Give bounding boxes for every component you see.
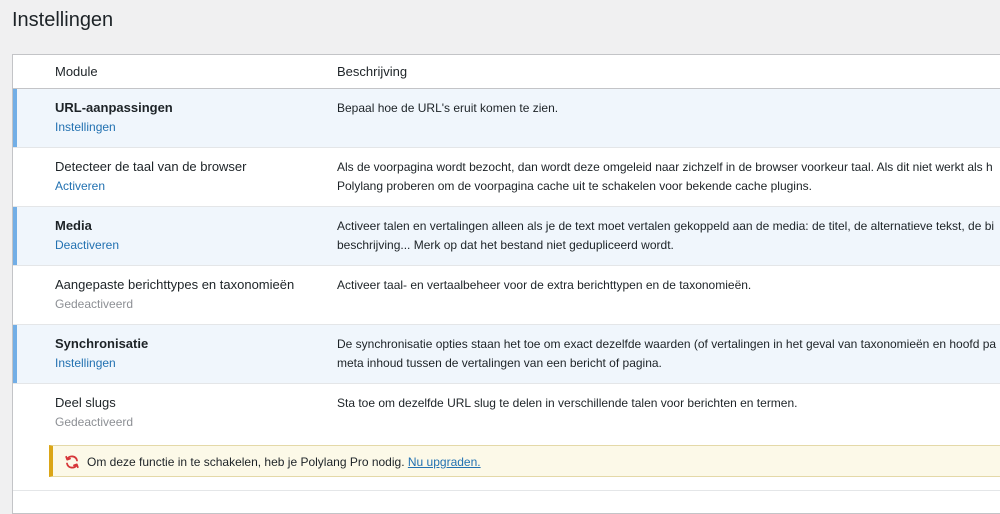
column-header-module: Module bbox=[55, 64, 98, 79]
module-name: Media bbox=[55, 218, 92, 233]
description-line: beschrijving... Merk op dat het bestand … bbox=[337, 238, 674, 252]
description-line: Bepaal hoe de URL's eruit komen te zien. bbox=[337, 101, 559, 115]
activate-link[interactable]: Activeren bbox=[55, 179, 105, 193]
description-line: Als de voorpagina wordt bezocht, dan wor… bbox=[337, 160, 993, 174]
module-description: Activeer talen en vertalingen alleen als… bbox=[337, 217, 1000, 255]
notice-text-wrap: Om deze functie in te schakelen, heb je … bbox=[87, 455, 481, 469]
description-line: Polylang proberen om de voorpagina cache… bbox=[337, 179, 812, 193]
deactivate-link[interactable]: Deactiveren bbox=[55, 238, 119, 252]
module-description: Als de voorpagina wordt bezocht, dan wor… bbox=[337, 158, 1000, 196]
description-line: De synchronisatie opties staan het toe o… bbox=[337, 337, 997, 351]
table-row-custom-post-types: Aangepaste berichttypes en taxonomieën G… bbox=[13, 266, 1000, 325]
module-name: URL-aanpassingen bbox=[55, 100, 173, 115]
description-line: Activeer talen en vertalingen alleen als… bbox=[337, 219, 995, 233]
settings-link[interactable]: Instellingen bbox=[55, 356, 116, 370]
deactivated-status: Gedeactiveerd bbox=[55, 415, 134, 429]
module-description: Sta toe om dezelfde URL slug te delen in… bbox=[337, 394, 1000, 413]
table-row-detect-browser-language: Detecteer de taal van de browser Activer… bbox=[13, 148, 1000, 207]
page-title: Instellingen bbox=[12, 9, 114, 31]
description-line: Activeer taal- en vertaalbeheer voor de … bbox=[337, 278, 752, 292]
table-row-media: Media Deactiveren Activeer talen en vert… bbox=[13, 207, 1000, 266]
module-description: Activeer taal- en vertaalbeheer voor de … bbox=[337, 276, 1000, 295]
refresh-icon bbox=[64, 454, 80, 470]
settings-link[interactable]: Instellingen bbox=[55, 120, 116, 134]
module-name: Deel slugs bbox=[55, 395, 116, 410]
upgrade-link[interactable]: Nu upgraden. bbox=[408, 455, 481, 469]
description-line: Sta toe om dezelfde URL slug te delen in… bbox=[337, 396, 798, 410]
column-header-description: Beschrijving bbox=[337, 64, 408, 79]
module-description: Bepaal hoe de URL's eruit komen te zien. bbox=[337, 99, 1000, 118]
module-name: Detecteer de taal van de browser bbox=[55, 159, 247, 174]
divider bbox=[13, 490, 1000, 491]
deactivated-status: Gedeactiveerd bbox=[55, 297, 134, 311]
table-row-share-slugs: Deel slugs Gedeactiveerd Sta toe om deze… bbox=[13, 384, 1000, 443]
description-line: meta inhoud tussen de vertalingen van ee… bbox=[337, 356, 662, 370]
module-description: De synchronisatie opties staan het toe o… bbox=[337, 335, 1000, 373]
module-name: Aangepaste berichttypes en taxonomieën bbox=[55, 277, 295, 292]
module-name: Synchronisatie bbox=[55, 336, 149, 351]
table-row-url-modifications: URL-aanpassingen Instellingen Bepaal hoe… bbox=[13, 89, 1000, 148]
table-header: Module Beschrijving bbox=[13, 55, 1000, 89]
modules-table: Module Beschrijving URL-aanpassingen Ins… bbox=[12, 54, 1000, 514]
upgrade-notice: Om deze functie in te schakelen, heb je … bbox=[49, 445, 1000, 477]
notice-text: Om deze functie in te schakelen, heb je … bbox=[87, 455, 405, 469]
table-row-synchronization: Synchronisatie Instellingen De synchroni… bbox=[13, 325, 1000, 384]
